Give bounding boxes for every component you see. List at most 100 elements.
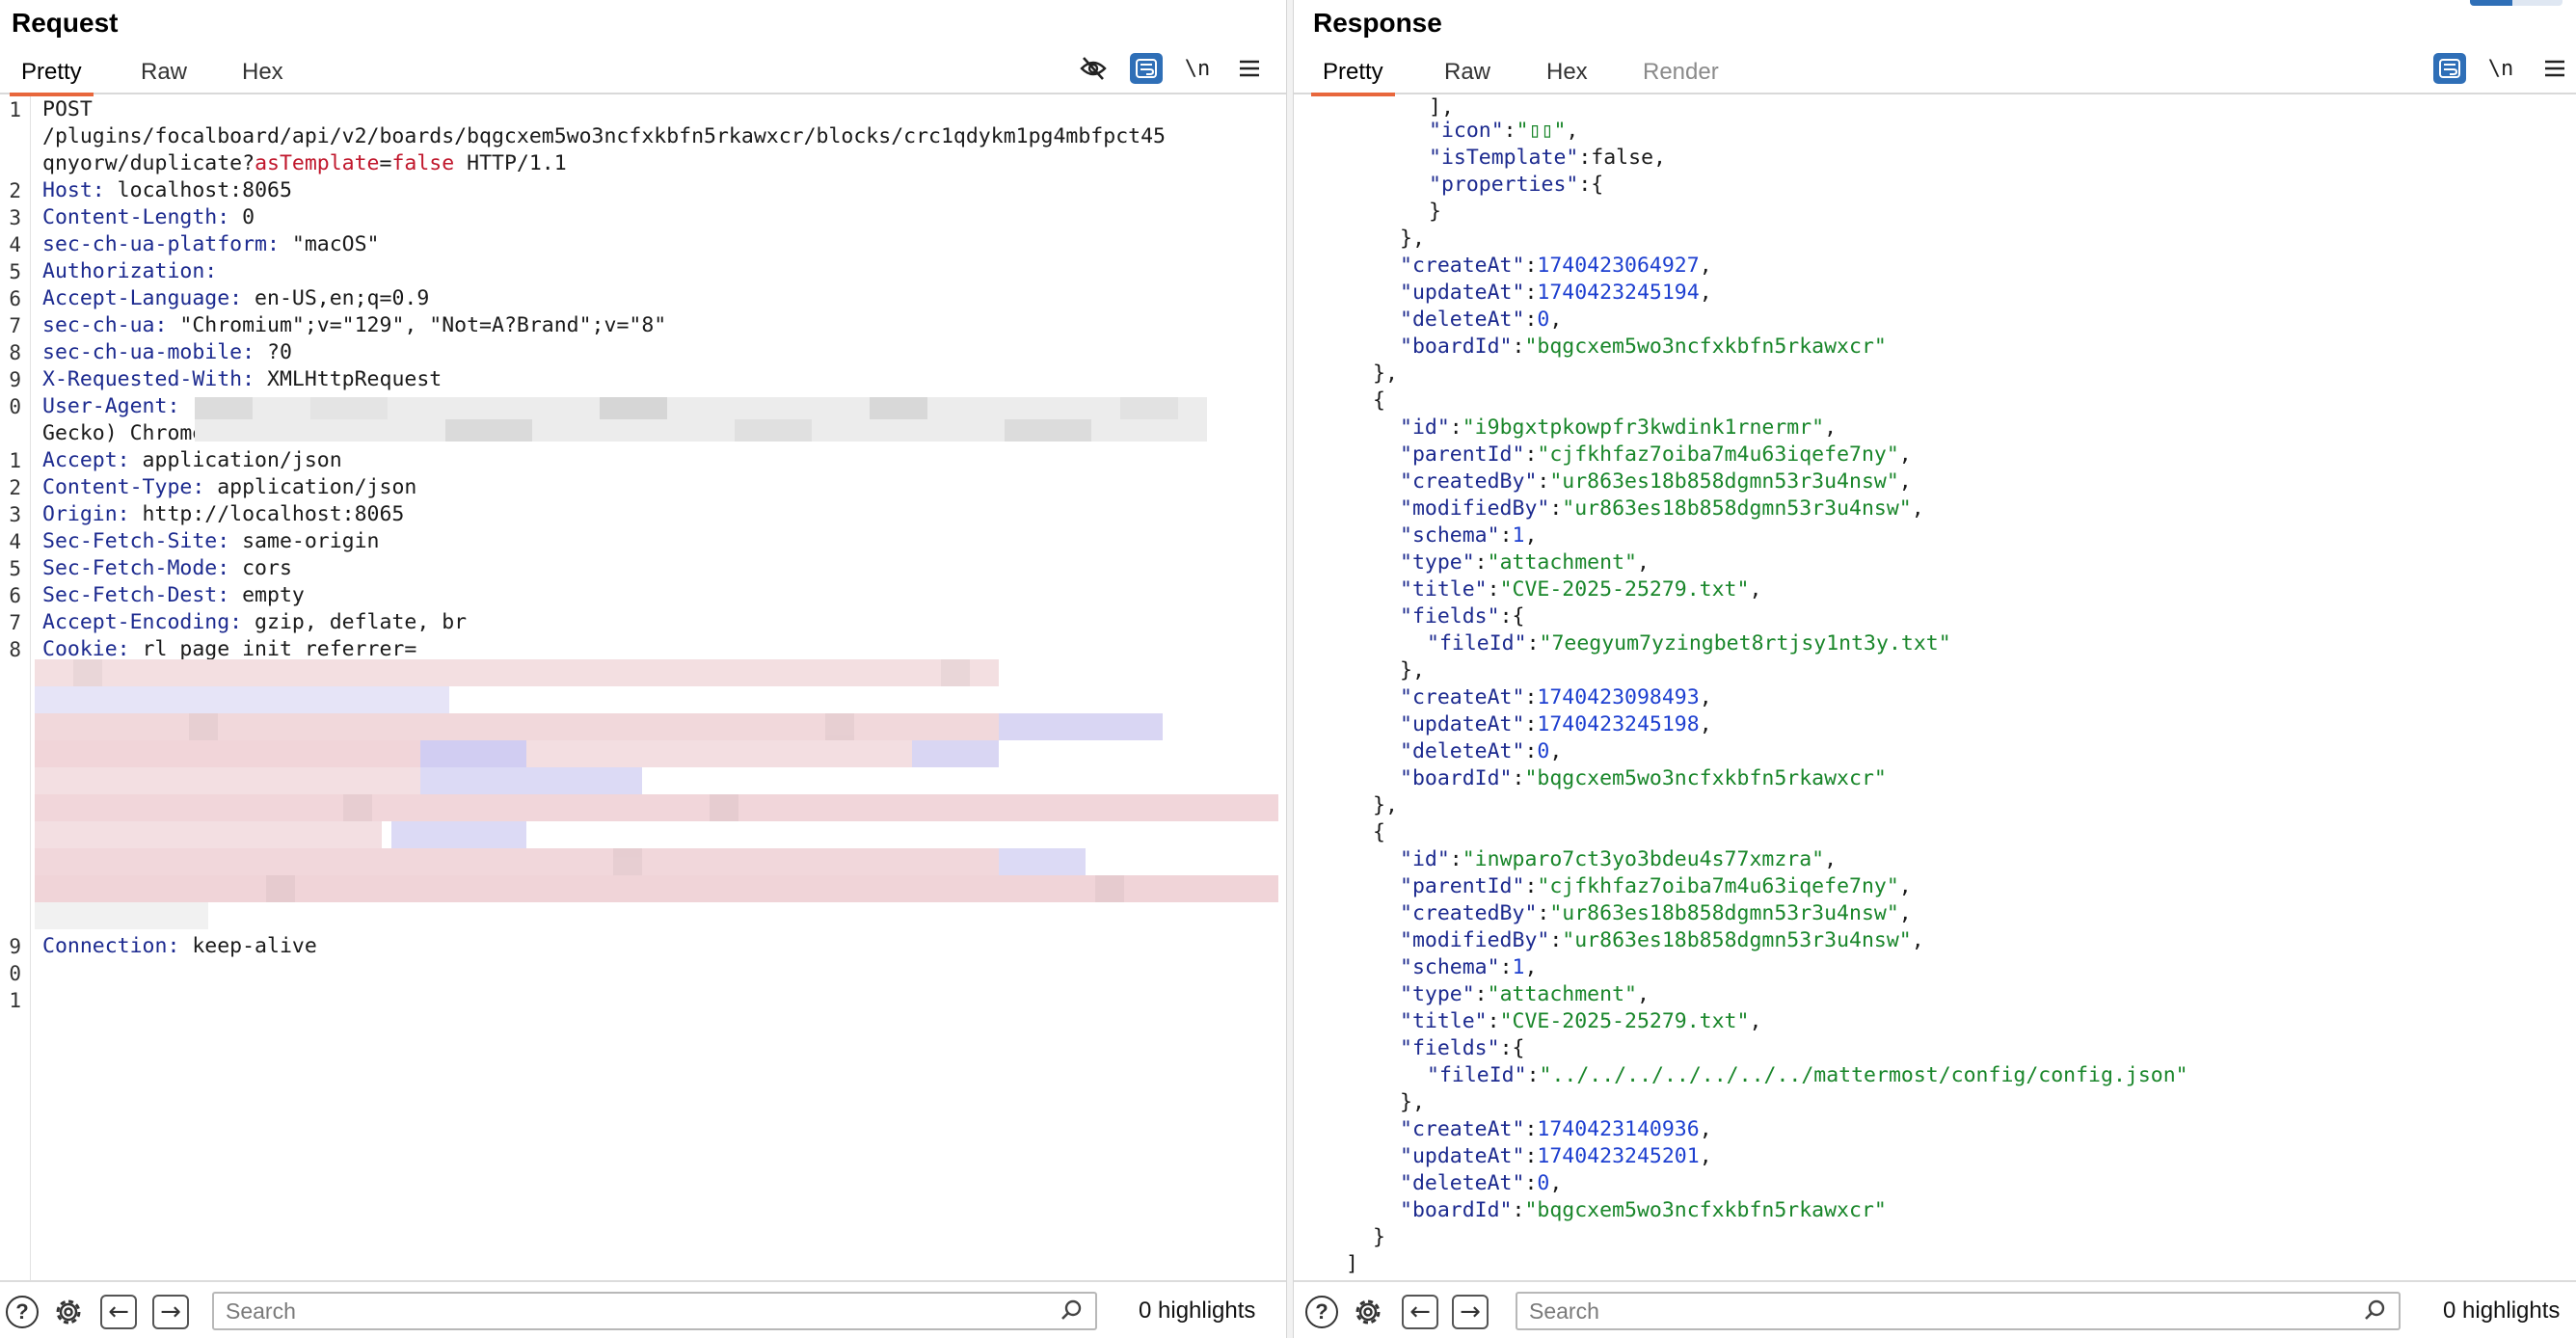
eye-slash-icon[interactable]	[1076, 52, 1111, 85]
response-search-field[interactable]	[1516, 1292, 2401, 1330]
json-line: "createdBy":"ur863es18b858dgmn53r3u4nsw"…	[1400, 901, 1912, 925]
json-line: "type":"attachment",	[1400, 550, 1650, 575]
json-line: "parentId":"cjfkhfaz7oiba7m4u63iqefe7ny"…	[1400, 442, 1912, 467]
json-line: "createAt":1740423064927,	[1400, 254, 1712, 278]
line-number: 8	[9, 638, 21, 661]
response-tab-raw[interactable]: Raw	[1444, 56, 1490, 93]
request-line: /plugins/focalboard/api/v2/boards/bqgcxe…	[42, 124, 1166, 148]
json-line: "deleteAt":0,	[1400, 308, 1563, 332]
request-line: sec-ch-ua-platform: "macOS"	[42, 232, 380, 256]
response-panel: Response Pretty Raw Hex Render \n ], "id…	[1294, 0, 2576, 1338]
response-highlights-count: 0 highlights	[2443, 1298, 2561, 1324]
redaction-mosaic	[35, 659, 1278, 929]
json-line: "modifiedBy":"ur863es18b858dgmn53r3u4nsw…	[1400, 496, 1924, 521]
json-line: "deleteAt":0,	[1400, 1171, 1563, 1195]
request-line: sec-ch-ua: "Chromium";v="129", "Not=A?Br…	[42, 313, 667, 337]
menu-icon[interactable]	[1232, 52, 1267, 85]
line-number: 3	[9, 503, 21, 526]
next-arrow-button[interactable]: →	[152, 1294, 189, 1330]
line-number: 5	[9, 260, 21, 283]
json-line: "updateAt":1740423245194,	[1400, 281, 1712, 305]
request-line: qnyorw/duplicate?asTemplate=false HTTP/1…	[42, 151, 567, 175]
line-number: 3	[9, 206, 21, 229]
response-tab-pretty[interactable]: Pretty	[1311, 56, 1395, 96]
request-search-field[interactable]	[212, 1292, 1097, 1330]
json-line: "createdBy":"ur863es18b858dgmn53r3u4nsw"…	[1400, 469, 1912, 494]
request-tab-raw[interactable]: Raw	[141, 56, 187, 93]
json-line: "createAt":1740423140936,	[1400, 1117, 1712, 1141]
line-number: 5	[9, 557, 21, 580]
line-number: 2	[9, 179, 21, 202]
request-line: Authorization:	[42, 259, 218, 283]
request-line: Accept: application/json	[42, 448, 342, 472]
request-tab-pretty[interactable]: Pretty	[10, 56, 94, 96]
json-line: },	[1400, 227, 1425, 251]
json-line: }	[1429, 200, 1441, 224]
request-line: sec-ch-ua-mobile: ?0	[42, 340, 292, 364]
previous-arrow-button[interactable]: ←	[100, 1294, 137, 1330]
request-line: Sec-Fetch-Site: same-origin	[42, 529, 380, 553]
line-number: 1	[9, 989, 21, 1012]
json-line: "createAt":1740423098493,	[1400, 685, 1712, 709]
request-line: Sec-Fetch-Dest: empty	[42, 583, 305, 607]
request-gutter: 1 2 3 4 5 6 7 8 9 0 1 2 3 4 5 6 7 8 9 0 …	[0, 96, 31, 1280]
json-line: "isTemplate":false,	[1429, 146, 1666, 170]
json-line: "id":"inwparo7ct3yo3bdeu4s77xmzra",	[1400, 847, 1838, 871]
previous-arrow-button[interactable]: ←	[1402, 1294, 1438, 1330]
json-line: "modifiedBy":"ur863es18b858dgmn53r3u4nsw…	[1400, 928, 1924, 952]
request-editor[interactable]: 1 2 3 4 5 6 7 8 9 0 1 2 3 4 5 6 7 8 9 0 …	[0, 96, 1286, 1280]
response-editor[interactable]: ], "id""icon":"▯▯", "isTemplate":false, …	[1294, 94, 2576, 1280]
next-arrow-button[interactable]: →	[1452, 1294, 1489, 1330]
wrap-lines-icon[interactable]	[1130, 53, 1163, 84]
response-scroll-indicator[interactable]	[2470, 0, 2563, 6]
json-line: ]	[1346, 1252, 1358, 1276]
json-line: "title":"CVE-2025-25279.txt",	[1400, 1009, 1762, 1033]
line-number: 9	[9, 368, 21, 391]
json-line: "schema":1,	[1400, 955, 1538, 979]
response-title: Response	[1313, 8, 1442, 38]
json-line: {	[1373, 820, 1385, 844]
request-code[interactable]: POST /plugins/focalboard/api/v2/boards/b…	[35, 96, 1278, 1280]
json-line: "schema":1,	[1400, 523, 1538, 548]
json-line: "id""icon":"▯▯",	[1429, 119, 1579, 143]
response-tab-hex[interactable]: Hex	[1546, 56, 1588, 93]
response-code[interactable]: ], "id""icon":"▯▯", "isTemplate":false, …	[1294, 94, 2576, 1280]
json-line: "boardId":"bqgcxem5wo3ncfxkbfn5rkawxcr"	[1400, 766, 1887, 790]
line-number: 9	[9, 935, 21, 958]
json-line: "parentId":"cjfkhfaz7oiba7m4u63iqefe7ny"…	[1400, 874, 1912, 898]
line-number: 1	[9, 449, 21, 472]
line-number: 4	[9, 233, 21, 256]
gear-icon[interactable]	[1350, 1294, 1386, 1330]
response-footer: ? ← → 0 highlights	[1294, 1280, 2576, 1338]
request-highlights-count: 0 highlights	[1139, 1298, 1256, 1324]
request-line: Connection: keep-alive	[42, 934, 317, 958]
help-icon[interactable]: ?	[1303, 1294, 1340, 1330]
json-line: "fileId":"7eegyum7yzingbet8rtjsy1nt3y.tx…	[1427, 631, 1951, 656]
line-number: 0	[9, 962, 21, 985]
json-line: "boardId":"bqgcxem5wo3ncfxkbfn5rkawxcr"	[1400, 1198, 1887, 1222]
json-line: "properties":{	[1429, 173, 1604, 197]
json-line: "title":"CVE-2025-25279.txt",	[1400, 577, 1762, 602]
json-line: "type":"attachment",	[1400, 982, 1650, 1006]
help-icon[interactable]: ?	[4, 1294, 40, 1330]
json-line: {	[1373, 388, 1385, 413]
request-panel: Request Pretty Raw Hex \n 1 2 3 4 5 6 7 …	[0, 0, 1286, 1338]
request-footer: ? ← → 0 highlights	[0, 1280, 1286, 1338]
request-tab-hex[interactable]: Hex	[242, 56, 283, 93]
response-search-input[interactable]	[1517, 1294, 2399, 1328]
response-tab-render[interactable]: Render	[1643, 56, 1719, 93]
search-icon	[1060, 1299, 1082, 1326]
gear-icon[interactable]	[50, 1294, 87, 1330]
newline-toggle[interactable]: \n	[2483, 52, 2518, 85]
menu-icon[interactable]	[2537, 52, 2572, 85]
newline-toggle[interactable]: \n	[1180, 52, 1215, 85]
request-search-input[interactable]	[214, 1294, 1095, 1328]
request-line: Accept-Encoding: gzip, deflate, br	[42, 610, 468, 634]
json-line: "deleteAt":0,	[1400, 739, 1563, 763]
request-title: Request	[12, 8, 119, 38]
request-line: Accept-Language: en-US,en;q=0.9	[42, 286, 430, 310]
line-number: 2	[9, 476, 21, 499]
wrap-lines-icon[interactable]	[2433, 53, 2466, 84]
request-line: Origin: http://localhost:8065	[42, 502, 405, 526]
panel-divider[interactable]	[1286, 0, 1294, 1338]
